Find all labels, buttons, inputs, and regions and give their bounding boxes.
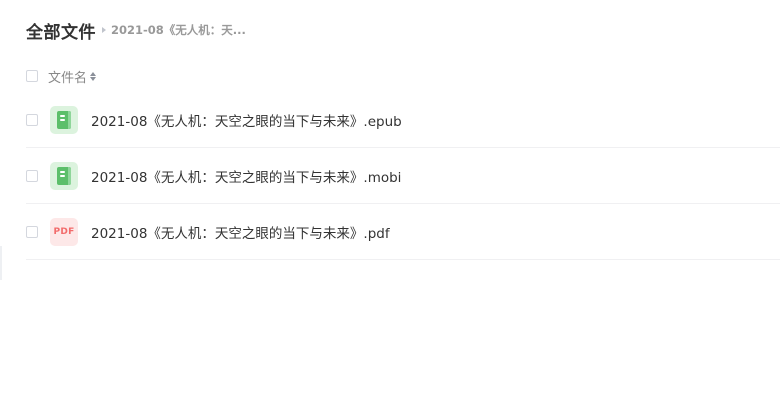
file-name[interactable]: 2021-08《无人机：天空之眼的当下与未来》.pdf	[91, 222, 390, 242]
sort-icon[interactable]	[90, 70, 97, 82]
file-browser: 全部文件 2021-08《无人机：天... 文件名 2021-08《无人机：天空…	[0, 0, 780, 402]
file-row[interactable]: 2021-08《无人机：天空之眼的当下与未来》.epub	[26, 92, 780, 148]
row-checkbox[interactable]	[26, 225, 38, 238]
breadcrumb-separator-icon	[102, 27, 106, 33]
file-name[interactable]: 2021-08《无人机：天空之眼的当下与未来》.epub	[91, 110, 402, 130]
pdf-icon: PDF	[50, 217, 78, 246]
breadcrumb-current: 2021-08《无人机：天...	[111, 23, 246, 37]
column-header-filename[interactable]: 文件名	[48, 67, 87, 86]
book-icon	[50, 105, 78, 134]
sidebar-edge	[0, 246, 2, 280]
row-checkbox[interactable]	[26, 169, 38, 182]
pdf-icon-label: PDF	[53, 226, 75, 237]
file-row[interactable]: 2021-08《无人机：天空之眼的当下与未来》.mobi	[26, 148, 780, 204]
list-header: 文件名	[26, 66, 97, 86]
book-icon	[50, 161, 78, 190]
file-name[interactable]: 2021-08《无人机：天空之眼的当下与未来》.mobi	[91, 166, 401, 186]
breadcrumb-root[interactable]: 全部文件	[26, 18, 96, 43]
file-row[interactable]: PDF 2021-08《无人机：天空之眼的当下与未来》.pdf	[26, 204, 780, 260]
breadcrumb: 全部文件 2021-08《无人机：天...	[26, 18, 246, 43]
file-list: 2021-08《无人机：天空之眼的当下与未来》.epub 2021-08《无人机…	[26, 92, 780, 260]
row-checkbox[interactable]	[26, 113, 38, 126]
select-all-checkbox[interactable]	[26, 70, 38, 82]
